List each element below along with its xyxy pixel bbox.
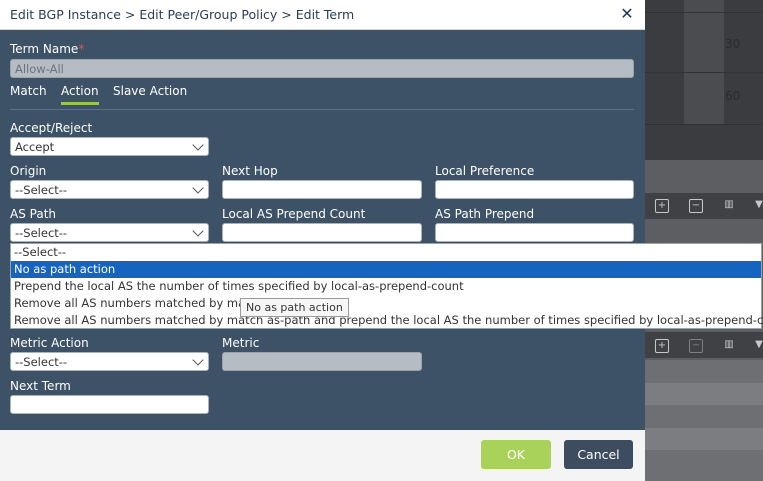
as-path-dropdown-list: --Select-- No as path action Prepend the…	[10, 243, 763, 329]
required-mark: *	[78, 42, 85, 56]
tab-action[interactable]: Action	[61, 84, 99, 105]
as-path-label: AS Path	[10, 207, 57, 221]
cancel-button[interactable]: Cancel	[564, 440, 633, 469]
as-path-select[interactable]: --Select--	[10, 223, 209, 242]
accept-reject-value: Accept	[15, 140, 55, 154]
local-as-prepend-count-field[interactable]	[222, 223, 422, 242]
background-toolbar: + − ▥ ▼	[645, 193, 763, 219]
background-value: 60	[725, 89, 741, 103]
dropdown-option-highlighted[interactable]: No as path action	[11, 261, 761, 278]
chevron-down-icon	[192, 182, 204, 194]
dialog-body: Term Name* Allow-All Match Action Slave …	[0, 30, 645, 430]
as-path-prepend-field[interactable]	[435, 223, 634, 242]
metric-action-select[interactable]: --Select--	[10, 352, 209, 371]
close-icon[interactable]: ✕	[618, 5, 636, 23]
background-value: 30	[725, 37, 741, 51]
term-name-label: Term Name*	[10, 42, 84, 56]
background-toolbar: + − ▥ ▼	[645, 332, 763, 358]
metric-action-label: Metric Action	[10, 336, 89, 350]
dialog-titlebar: Edit BGP Instance > Edit Peer/Group Poli…	[0, 0, 645, 30]
table-row	[645, 383, 763, 405]
columns-icon[interactable]: ▥	[723, 339, 735, 351]
local-preference-label: Local Preference	[435, 164, 535, 178]
origin-value: --Select--	[15, 183, 68, 197]
dropdown-option[interactable]: --Select--	[11, 244, 761, 261]
metric-label: Metric	[222, 336, 260, 350]
term-name-field: Allow-All	[10, 59, 634, 78]
background-grid-line	[645, 12, 763, 13]
background-grid-line	[645, 124, 763, 125]
metric-action-value: --Select--	[15, 355, 68, 369]
next-hop-label: Next Hop	[222, 164, 278, 178]
columns-icon[interactable]: ▥	[723, 199, 735, 211]
as-path-prepend-label: AS Path Prepend	[435, 207, 535, 221]
accept-reject-label: Accept/Reject	[10, 121, 93, 135]
dialog-title: Edit BGP Instance > Edit Peer/Group Poli…	[10, 7, 355, 22]
origin-select[interactable]: --Select--	[10, 180, 209, 199]
dropdown-option[interactable]: Remove all AS numbers matched by match a…	[11, 312, 763, 329]
edit-term-dialog: Edit BGP Instance > Edit Peer/Group Poli…	[0, 0, 645, 481]
tab-slave-action[interactable]: Slave Action	[113, 84, 187, 98]
remove-icon[interactable]: −	[689, 199, 703, 213]
local-preference-field[interactable]	[435, 180, 634, 199]
background-column	[684, 0, 724, 125]
ok-button[interactable]: OK	[481, 440, 551, 469]
next-term-label: Next Term	[10, 379, 71, 393]
term-name-label-text: Term Name	[10, 42, 79, 56]
tab-divider	[10, 109, 634, 110]
chevron-down-icon	[192, 354, 204, 366]
origin-label: Origin	[10, 164, 47, 178]
next-term-field[interactable]	[10, 395, 209, 414]
add-icon[interactable]: +	[655, 339, 669, 353]
add-icon[interactable]: +	[655, 199, 669, 213]
accept-reject-select[interactable]: Accept	[10, 137, 209, 156]
filter-icon[interactable]: ▼	[753, 339, 763, 351]
background-table	[645, 360, 763, 481]
dropdown-option[interactable]: Remove all AS numbers matched by match a…	[11, 295, 761, 312]
metric-field	[222, 352, 422, 371]
dropdown-option[interactable]: Prepend the local AS the number of times…	[11, 278, 761, 295]
remove-icon[interactable]: −	[689, 339, 703, 353]
filter-icon[interactable]: ▼	[753, 199, 763, 211]
tab-match[interactable]: Match	[10, 84, 47, 98]
table-row	[645, 428, 763, 450]
local-as-prepend-count-label: Local AS Prepend Count	[222, 207, 366, 221]
chevron-down-icon	[192, 225, 204, 237]
next-hop-field[interactable]	[222, 180, 422, 199]
option-tooltip: No as path action	[240, 298, 349, 317]
as-path-value: --Select--	[15, 226, 68, 240]
background-grid-line	[645, 72, 763, 73]
chevron-down-icon	[192, 139, 204, 151]
